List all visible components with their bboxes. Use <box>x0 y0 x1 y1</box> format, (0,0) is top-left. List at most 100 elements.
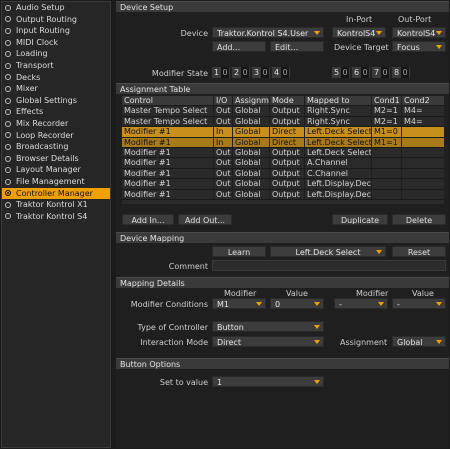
sidebar-item[interactable]: Effects <box>2 106 110 118</box>
sidebar-item[interactable]: Audio Setup <box>2 2 110 14</box>
sidebar-item[interactable]: Mix Recorder <box>2 118 110 130</box>
sidebar-item-label: Input Routing <box>16 26 70 36</box>
sidebar-item[interactable]: File Management <box>2 176 110 188</box>
add-out-button[interactable]: Add Out... <box>178 214 232 225</box>
out-port-dropdown[interactable]: KontrolS4 <box>392 27 446 38</box>
sidebar-item-label: Traktor Kontrol X1 <box>16 200 88 210</box>
interaction-mode-dropdown[interactable]: Direct <box>212 336 324 347</box>
modifier-state-button[interactable]: 80 <box>392 67 410 78</box>
set-to-value-dropdown[interactable]: 1 <box>212 376 324 387</box>
column-header[interactable]: Control <box>122 96 214 106</box>
modifier-state-button[interactable]: 50 <box>332 67 350 78</box>
modifier-value: 0 <box>361 67 369 78</box>
in-port-dropdown[interactable]: KontrolS4 <box>332 27 386 38</box>
condition1-value-dropdown[interactable]: 0 <box>270 298 324 309</box>
radio-dot-icon <box>5 155 11 162</box>
assignment-label: Assignment <box>340 338 388 347</box>
column-header[interactable]: Cond2 <box>402 96 444 105</box>
table-cell: In <box>214 127 233 137</box>
chevron-down-icon <box>256 302 262 306</box>
sidebar-item-label: Transport <box>16 60 54 70</box>
sidebar-item[interactable]: Traktor Kontrol S4 <box>2 211 110 223</box>
sidebar-item[interactable]: Controller Manager <box>2 187 110 200</box>
table-row[interactable]: Master Tempo Select Out Global Output Right.… <box>122 116 444 128</box>
table-cell: Output <box>270 116 305 127</box>
modifier-state-button[interactable]: 60 <box>352 67 370 78</box>
table-cell: Modifier #1 <box>122 137 214 147</box>
in-port-label: In-Port <box>346 15 373 24</box>
assignment-table[interactable]: ControlI/OAssignmentModeMapped toCond1Co… <box>122 96 444 204</box>
radio-dot-icon <box>5 51 11 58</box>
table-cell: Global <box>233 116 270 127</box>
assignment-table-header: Assignment Table <box>116 83 449 94</box>
table-cell <box>372 179 402 189</box>
modifier-conditions-label: Modifier Conditions <box>130 300 208 309</box>
table-cell: Master Tempo Select <box>122 116 214 127</box>
table-row[interactable]: Modifier #1 In Global Direct Left.Deck Selec… <box>122 127 444 138</box>
sidebar-item[interactable]: Broadcasting <box>2 141 110 153</box>
sidebar-item[interactable]: Global Settings <box>2 95 110 107</box>
table-cell: Modifier #1 <box>122 147 214 158</box>
modifier-state-button[interactable]: 20 <box>232 67 250 78</box>
assignment-dropdown[interactable]: Global <box>392 336 446 347</box>
mapped-to-dropdown[interactable]: Left.Deck Select <box>270 246 386 257</box>
sidebar-item[interactable]: Layout Manager <box>2 164 110 176</box>
sidebar-item[interactable]: Transport <box>2 60 110 72</box>
table-cell: Modifier #1 <box>122 158 214 168</box>
duplicate-button[interactable]: Duplicate <box>332 214 388 225</box>
table-row[interactable]: Modifier #1 Out Global Output A.Channel <box>122 158 444 169</box>
modifier-state-button[interactable]: 70 <box>372 67 390 78</box>
condition2-modifier-dropdown[interactable]: - <box>334 298 388 309</box>
modifier-state-button[interactable]: 10 <box>212 67 230 78</box>
sidebar-item[interactable]: Mixer <box>2 83 110 95</box>
sidebar-item[interactable]: Output Routing <box>2 14 110 26</box>
column-header[interactable]: I/O <box>214 96 233 106</box>
assignment-value: Global <box>397 338 423 347</box>
add-in-button[interactable]: Add In... <box>122 214 174 225</box>
edit-device-button[interactable]: Edit... <box>270 41 324 52</box>
device-target-dropdown[interactable]: Focus <box>392 41 446 52</box>
sidebar-item[interactable]: MIDI Clock <box>2 37 110 49</box>
sidebar-item[interactable]: Traktor Kontrol X1 <box>2 199 110 211</box>
reset-button[interactable]: Reset <box>392 246 446 257</box>
comment-label: Comment <box>168 262 208 271</box>
comment-input[interactable] <box>212 260 446 271</box>
set-to-value-value: 1 <box>217 378 223 387</box>
table-cell: In <box>214 137 233 147</box>
sidebar-item[interactable]: Browser Details <box>2 153 110 165</box>
condition1-modifier-dropdown[interactable]: M1 <box>212 298 266 309</box>
column-header[interactable]: Assignment <box>233 96 270 106</box>
sidebar-item[interactable]: Decks <box>2 72 110 84</box>
sidebar-item[interactable]: Input Routing <box>2 25 110 37</box>
sidebar-item-label: MIDI Clock <box>16 37 59 47</box>
sidebar-item[interactable]: Loading <box>2 48 110 60</box>
chevron-down-icon <box>314 340 320 344</box>
table-row[interactable]: Modifier #1 Out Global Output Left.Display.D… <box>122 189 444 200</box>
radio-dot-icon <box>5 143 11 150</box>
device-dropdown[interactable]: Traktor.Kontrol S4.User <box>212 27 324 38</box>
column-header[interactable]: Mapped to <box>305 96 372 106</box>
modifier-state-button[interactable]: 30 <box>252 67 270 78</box>
modifier-header-1: Modifier <box>224 289 257 298</box>
modifier-state-button[interactable]: 40 <box>272 67 290 78</box>
delete-button[interactable]: Delete <box>392 214 446 225</box>
table-cell <box>372 189 402 199</box>
table-row[interactable]: Modifier #1 Out Global Output C.Channel <box>122 168 444 180</box>
sidebar-item[interactable]: Loop Recorder <box>2 130 110 142</box>
chevron-down-icon <box>378 302 384 306</box>
add-device-button[interactable]: Add... <box>212 41 266 52</box>
table-cell: Direct <box>270 127 305 137</box>
learn-button[interactable]: Learn <box>212 246 266 257</box>
table-row[interactable]: Modifier #1 Out Global Output Left.Deck Sele… <box>122 147 444 159</box>
controller-manager-panel: Device Setup In-Port Out-Port Device Tra… <box>116 1 449 448</box>
table-row[interactable]: Modifier #1 Out Global Output Left.Display.D… <box>122 179 444 190</box>
condition2-value-dropdown[interactable]: - <box>392 298 446 309</box>
table-row[interactable]: Modifier #1 In Global Direct Left.Deck Selec… <box>122 137 444 148</box>
column-header[interactable]: Cond1 <box>372 96 402 106</box>
modifier-value: 0 <box>221 67 229 78</box>
out-port-value: KontrolS4 <box>397 29 436 38</box>
column-header[interactable]: Mode <box>270 96 305 106</box>
radio-dot-icon <box>5 178 11 185</box>
table-row[interactable]: Master Tempo Select Out Global Output Right.… <box>122 106 444 117</box>
type-of-controller-dropdown[interactable]: Button <box>212 321 324 332</box>
